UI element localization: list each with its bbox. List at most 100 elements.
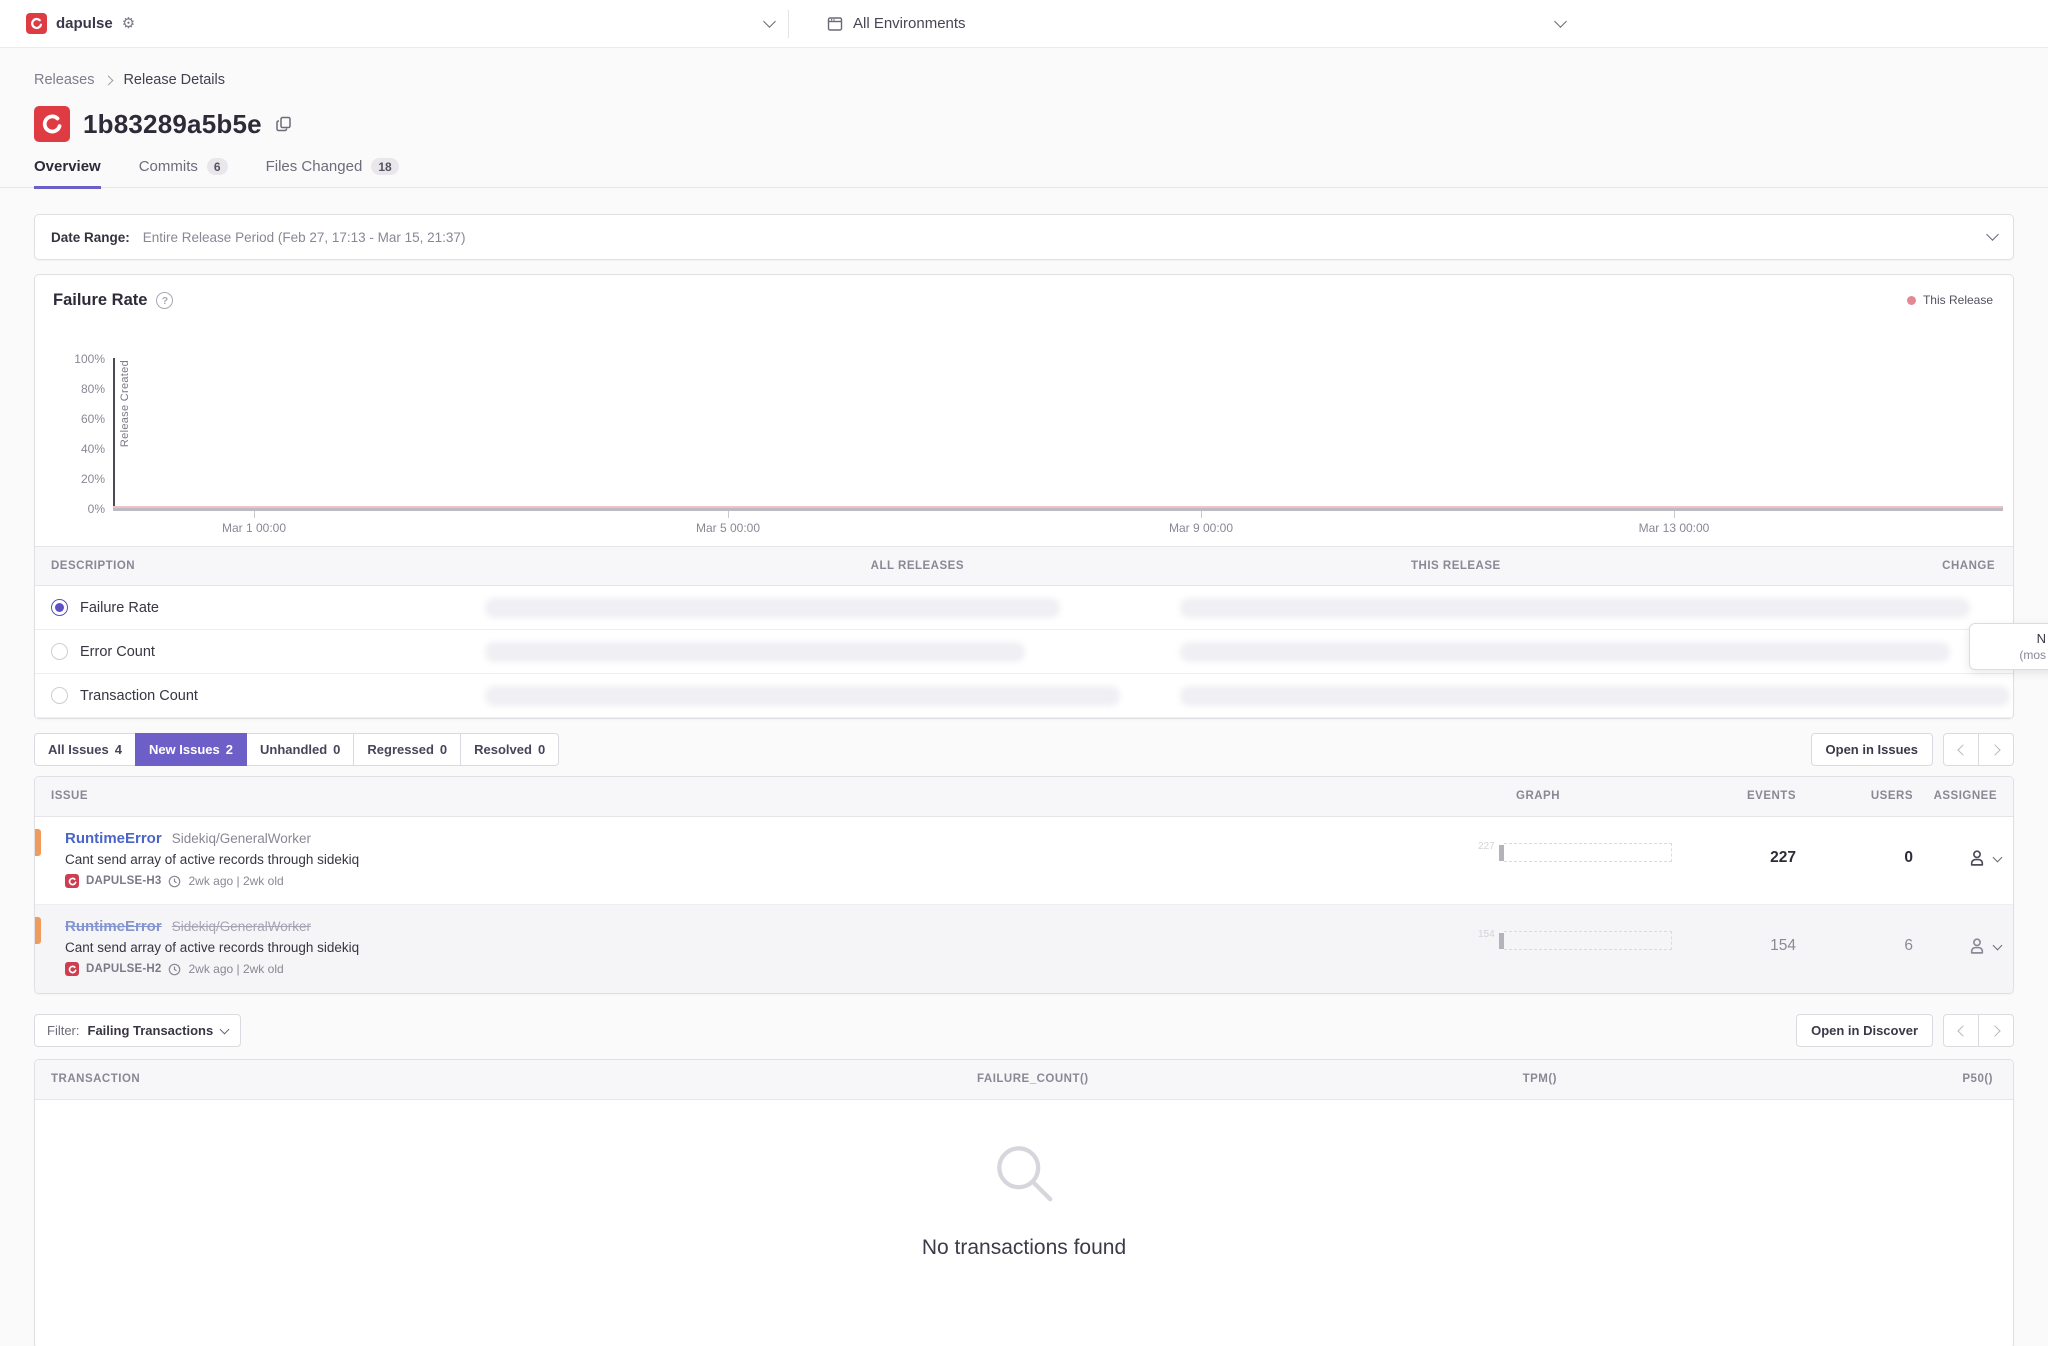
- issue-users-count: 0: [1904, 849, 1913, 867]
- redacted-value: [1180, 598, 1970, 618]
- prev-page-button[interactable]: [1943, 733, 1979, 766]
- tab-files-changed[interactable]: Files Changed 18: [266, 158, 399, 189]
- breadcrumb-releases[interactable]: Releases: [34, 72, 94, 88]
- issue-meta: DAPULSE-H3 2wk ago | 2wk old: [65, 874, 1997, 888]
- col-all-releases: ALL RELEASES: [871, 560, 964, 572]
- col-assignee: ASSIGNEE: [1934, 790, 1997, 802]
- tab-overview[interactable]: Overview: [34, 158, 101, 189]
- metric-row-transaction-count[interactable]: Transaction Count: [35, 674, 2013, 718]
- chevron-down-icon: [1986, 228, 1999, 241]
- filter-count: 0: [440, 742, 447, 757]
- next-page-button[interactable]: [1978, 733, 2014, 766]
- date-range-value: Entire Release Period (Feb 27, 17:13 - M…: [143, 230, 466, 245]
- metric-row-failure-rate[interactable]: Failure Rate: [35, 586, 2013, 630]
- x-axis-tickmark: [254, 511, 255, 518]
- tab-commits[interactable]: Commits 6: [139, 158, 228, 189]
- open-in-discover-button[interactable]: Open in Discover: [1796, 1014, 1933, 1047]
- chevron-right-icon: [104, 75, 114, 85]
- filter-regressed[interactable]: Regressed 0: [353, 733, 461, 766]
- issues-pagination: [1943, 733, 2014, 766]
- issue-title-link[interactable]: RuntimeError: [65, 830, 162, 847]
- issues-table: ISSUE GRAPH EVENTS USERS ASSIGNEE Runtim…: [34, 776, 2014, 994]
- filter-count: 2: [226, 742, 233, 757]
- failure-rate-chart: 100% 80% 60% 40% 20% 0% Release Created …: [35, 324, 2013, 546]
- issue-title-link[interactable]: RuntimeError: [65, 918, 162, 935]
- x-axis-tick: Mar 9 00:00: [1141, 521, 1261, 535]
- chevron-down-icon: [1993, 852, 2003, 862]
- redacted-value: [1180, 642, 1950, 662]
- x-axis-tick: Mar 5 00:00: [668, 521, 788, 535]
- metrics-table-header: DESCRIPTION ALL RELEASES THIS RELEASE CH…: [35, 546, 2013, 586]
- transactions-table: TRANSACTION FAILURE_COUNT() TPM() P50() …: [34, 1059, 2014, 1346]
- next-page-button[interactable]: [1978, 1014, 2014, 1047]
- assignee-selector[interactable]: [1966, 935, 2001, 957]
- page-title: 1b83289a5b5e: [83, 109, 262, 140]
- assignee-selector[interactable]: [1966, 847, 2001, 869]
- issue-events-count: 227: [1770, 849, 1796, 867]
- redacted-value: [485, 642, 1025, 662]
- col-change: CHANGE: [1942, 560, 1995, 572]
- gear-icon[interactable]: ⚙: [122, 16, 135, 31]
- x-axis-tick: Mar 1 00:00: [194, 521, 314, 535]
- commits-count-badge: 6: [207, 158, 228, 175]
- filter-resolved[interactable]: Resolved 0: [460, 733, 559, 766]
- issue-short-id: DAPULSE-H2: [86, 963, 161, 975]
- filter-new-issues[interactable]: New Issues 2: [135, 733, 247, 766]
- transactions-pagination: [1943, 1014, 2014, 1047]
- prev-page-button[interactable]: [1943, 1014, 1979, 1047]
- chevron-left-icon: [1957, 744, 1968, 755]
- chevron-down-icon: [763, 15, 776, 28]
- issue-events-count: 154: [1770, 937, 1796, 955]
- chevron-down-icon: [1993, 940, 2003, 950]
- legend-dot-icon: [1907, 296, 1916, 305]
- col-this-release: THIS RELEASE: [1411, 560, 1501, 572]
- issues-table-header: ISSUE GRAPH EVENTS USERS ASSIGNEE: [35, 777, 2013, 817]
- y-axis-tick: 40%: [53, 442, 105, 456]
- help-icon[interactable]: ?: [156, 292, 173, 309]
- y-axis-tick: 100%: [53, 352, 105, 366]
- issue-meta: DAPULSE-H2 2wk ago | 2wk old: [65, 962, 1997, 976]
- radio-icon[interactable]: [51, 687, 68, 704]
- radio-icon[interactable]: [51, 643, 68, 660]
- radio-selected-icon[interactable]: [51, 599, 68, 616]
- clock-icon: [168, 963, 181, 976]
- chart-legend[interactable]: This Release: [1907, 293, 1993, 307]
- issue-message: Cant send array of active records throug…: [65, 940, 1997, 955]
- filter-count: 0: [538, 742, 545, 757]
- col-users: USERS: [1871, 790, 1913, 802]
- col-p50: P50(): [1962, 1073, 1993, 1085]
- copy-icon[interactable]: [275, 115, 293, 133]
- y-axis-tick: 0%: [53, 502, 105, 516]
- organization-selector[interactable]: dapulse ⚙: [26, 13, 774, 34]
- filter-count: 4: [115, 742, 122, 757]
- issue-row: RuntimeError Sidekiq/GeneralWorker Cant …: [35, 817, 2013, 905]
- empty-state-text: No transactions found: [922, 1236, 1126, 1260]
- transaction-filter-selector[interactable]: Filter: Failing Transactions: [34, 1014, 241, 1047]
- organization-name: dapulse: [56, 15, 113, 32]
- issue-row: RuntimeError Sidekiq/GeneralWorker Cant …: [35, 905, 2013, 993]
- open-in-issues-button[interactable]: Open in Issues: [1811, 733, 1933, 766]
- top-bar: dapulse ⚙ All Environments: [0, 0, 2048, 48]
- col-tpm: TPM(): [1523, 1073, 1557, 1085]
- issue-level-indicator: [35, 829, 41, 856]
- metric-row-error-count[interactable]: Error Count: [35, 630, 2013, 674]
- issue-message: Cant send array of active records throug…: [65, 852, 1997, 867]
- chevron-left-icon: [1957, 1025, 1968, 1036]
- clock-icon: [168, 875, 181, 888]
- issue-culprit: Sidekiq/GeneralWorker: [172, 831, 311, 846]
- filter-all-issues[interactable]: All Issues 4: [34, 733, 136, 766]
- release-header: 1b83289a5b5e: [34, 106, 2014, 142]
- redacted-value: [485, 686, 1120, 706]
- legend-label: This Release: [1923, 293, 1993, 307]
- environment-selector[interactable]: All Environments: [803, 15, 1565, 32]
- breadcrumb-current: Release Details: [123, 72, 225, 88]
- files-count-badge: 18: [371, 158, 398, 175]
- col-description: DESCRIPTION: [51, 560, 135, 572]
- filter-unhandled[interactable]: Unhandled 0: [246, 733, 354, 766]
- redacted-value: [1180, 686, 2010, 706]
- issue-sparkline: 154: [1478, 931, 1672, 950]
- col-issue: ISSUE: [51, 790, 88, 802]
- col-graph: GRAPH: [1516, 790, 1560, 802]
- date-range-selector[interactable]: Date Range: Entire Release Period (Feb 2…: [34, 214, 2014, 260]
- chevron-right-icon: [1989, 1025, 2000, 1036]
